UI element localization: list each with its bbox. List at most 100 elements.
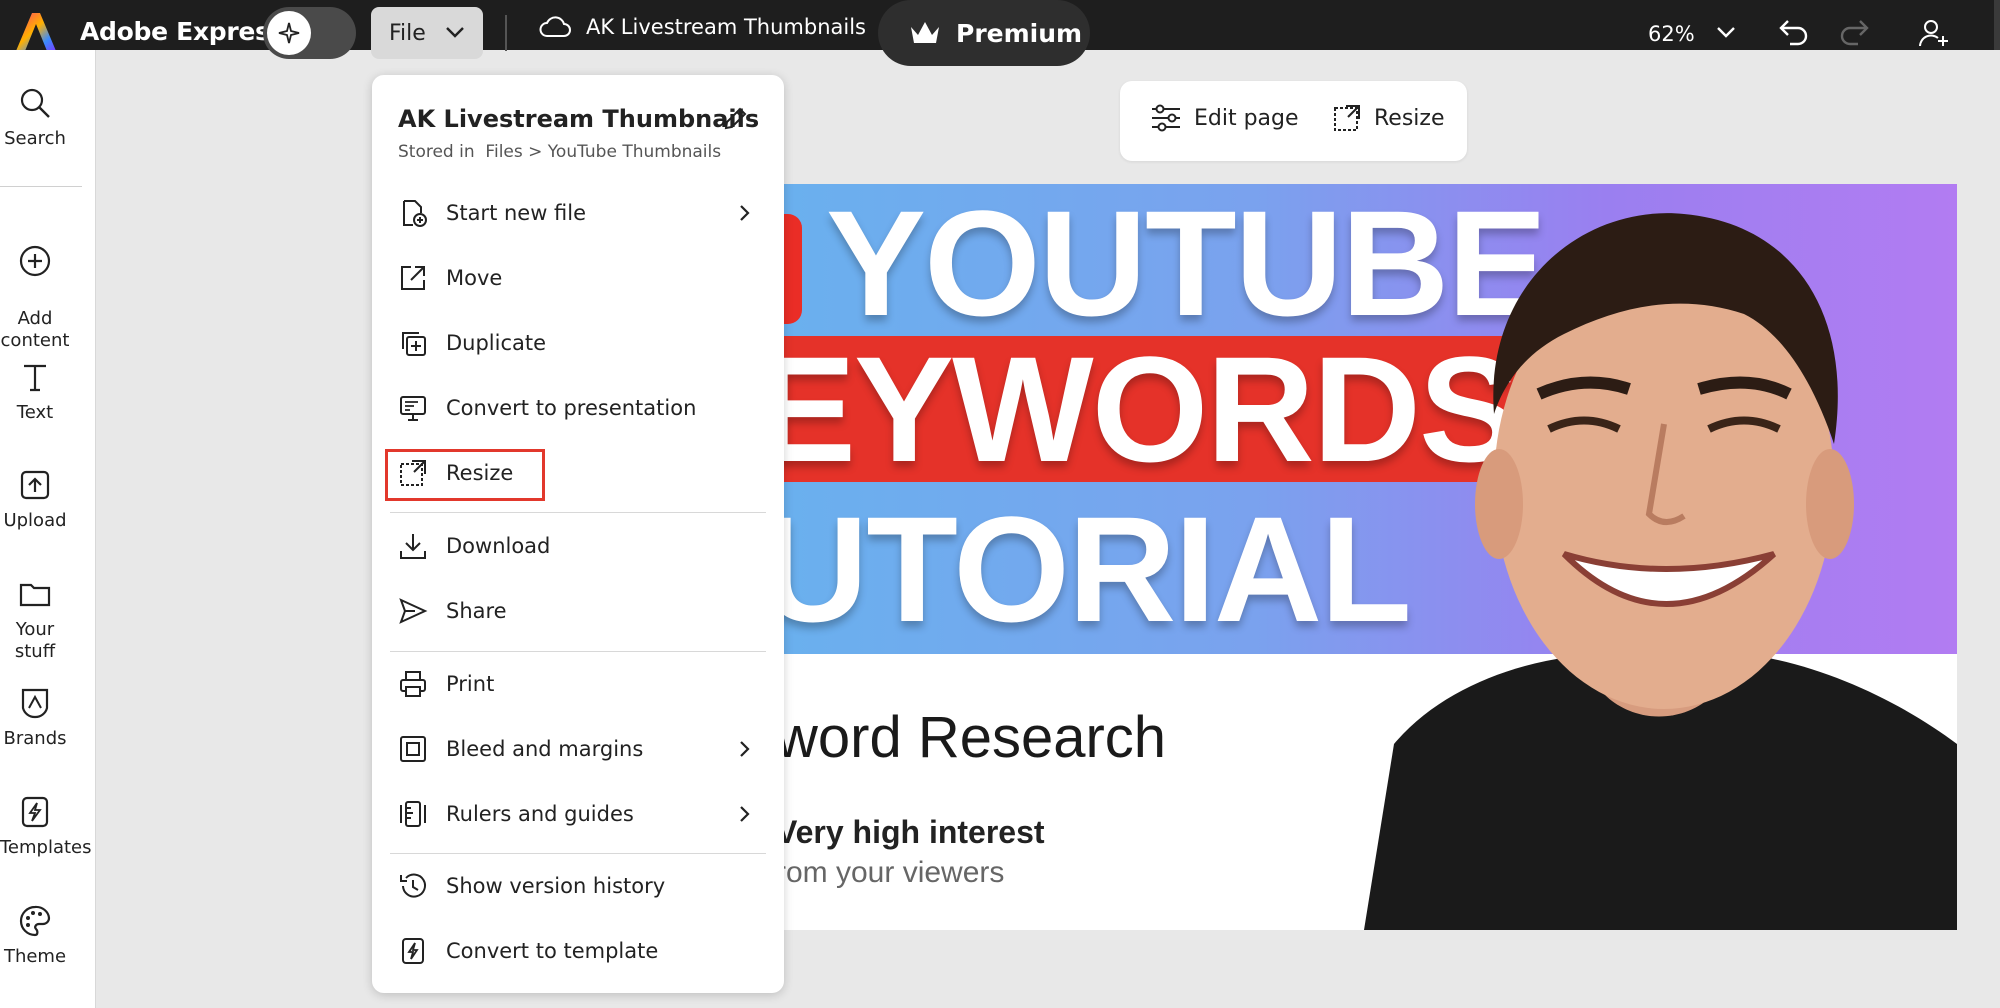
menu-item-share[interactable]: Share [398, 586, 758, 636]
app-name: Adobe Express [80, 17, 285, 46]
document-title: AK Livestream Thumbnails [586, 15, 866, 39]
resize-pill-label: Resize [1374, 105, 1445, 131]
rail-item-templates[interactable]: Templates [0, 795, 92, 859]
rail-item-search[interactable]: Search [0, 86, 70, 150]
rail-item-upload[interactable]: Upload [0, 468, 70, 532]
share-icon [399, 598, 428, 624]
menu-item-download[interactable]: Download [398, 521, 758, 571]
thumbnail-subheading: word Research [784, 705, 1167, 770]
menu-label: Duplicate [446, 331, 547, 355]
menu-item-convert-to-template[interactable]: Convert to template [398, 926, 758, 976]
menu-label: Share [446, 599, 507, 623]
menu-item-move[interactable]: Move [398, 253, 758, 303]
presentation-icon [400, 396, 426, 421]
rail-item-your-stuff[interactable]: Your stuff [0, 577, 70, 663]
palette-icon [19, 905, 51, 937]
file-menu-button[interactable]: File [371, 7, 483, 59]
rail-item-text[interactable]: Text [0, 360, 70, 424]
thumbnail-artboard[interactable]: YOUTUBE EYWORDS UTORIAL word Research Ve… [784, 184, 1957, 930]
resize-pill-button[interactable]: Resize [1332, 103, 1445, 133]
rail-label-templates: Templates [0, 837, 92, 858]
premium-label: Premium [956, 18, 1083, 48]
menu-label: Resize [446, 461, 514, 485]
file-label: File [389, 20, 426, 46]
headline-line-3: UTORIAL [784, 485, 1412, 653]
cloud-icon [538, 15, 572, 39]
chevron-right-icon [740, 205, 750, 221]
adobe-express-logo-icon[interactable] [14, 11, 58, 53]
templates-icon [21, 796, 49, 828]
top-bar: Adobe Express File AK Livestream Thumbna… [0, 0, 2000, 66]
upload-icon [20, 470, 50, 500]
template-icon [402, 938, 424, 964]
thumbnail-bullet-1: Very high interest [784, 814, 1045, 850]
resize-icon [400, 460, 426, 486]
invite-person-icon[interactable] [1918, 17, 1950, 49]
undo-icon[interactable] [1778, 17, 1810, 47]
chevron-down-icon [445, 25, 465, 39]
menu-item-resize[interactable]: Resize [398, 448, 758, 498]
rail-label-upload: Upload [3, 510, 67, 531]
edit-page-label: Edit page [1194, 105, 1299, 131]
file-menu: AK Livestream Thumbnails Stored in Files… [372, 75, 784, 993]
menu-item-duplicate[interactable]: Duplicate [398, 318, 758, 368]
thumbnail-bullet-2: rom your viewers [784, 856, 1005, 889]
folder-icon [19, 583, 51, 607]
add-icon [19, 245, 51, 277]
file-menu-title: AK Livestream Thumbnails [398, 105, 760, 133]
bleed-icon [400, 736, 426, 762]
menu-item-convert-to-presentation[interactable]: Convert to presentation [398, 383, 758, 433]
divider [505, 15, 507, 51]
menu-item-start-new-file[interactable]: Start new file [398, 188, 758, 238]
youtube-logo-icon [784, 214, 802, 324]
zoom-chevron-down-icon[interactable] [1716, 25, 1736, 39]
menu-label: Print [446, 672, 495, 696]
menu-separator [390, 853, 766, 854]
sparkle-icon [267, 11, 311, 55]
menu-label: Move [446, 266, 503, 290]
menu-label: Download [446, 534, 551, 558]
menu-label: Show version history [446, 874, 666, 898]
duplicate-icon [402, 332, 426, 356]
ruler-icon [400, 801, 426, 827]
rail-label-theme: Theme [3, 946, 67, 967]
menu-item-rulers-and-guides[interactable]: Rulers and guides [398, 789, 758, 839]
rail-label-text: Text [16, 402, 54, 423]
premium-button[interactable]: Premium [878, 0, 1090, 66]
menu-label: Rulers and guides [446, 802, 634, 826]
menu-item-bleed-and-margins[interactable]: Bleed and margins [398, 724, 758, 774]
page-toolbar: Edit page Resize [1120, 81, 1467, 161]
presenter-photo [1364, 184, 1957, 930]
file-location: Stored in Files > YouTube Thumbnails [398, 142, 722, 162]
new-file-icon [403, 200, 427, 227]
edge-strip [1994, 0, 2000, 50]
rail-label-brands: Brands [3, 728, 67, 749]
brand-icon [21, 688, 49, 719]
menu-separator [390, 651, 766, 652]
edit-page-button[interactable]: Edit page [1150, 103, 1299, 133]
ai-mode-toggle[interactable] [263, 7, 356, 59]
menu-separator [390, 512, 766, 513]
zoom-level[interactable]: 62% [1648, 22, 1695, 46]
rail-label-search: Search [4, 128, 66, 149]
menu-item-show-version-history[interactable]: Show version history [398, 861, 758, 911]
rail-label-add-content: Add content [0, 308, 70, 351]
search-icon [20, 88, 50, 118]
menu-label: Start new file [446, 201, 587, 225]
rail-item-theme[interactable]: Theme [0, 904, 70, 968]
document-title-area[interactable]: AK Livestream Thumbnails [538, 15, 866, 39]
sliders-icon [1152, 104, 1180, 132]
rail-item-brands[interactable]: Brands [0, 686, 70, 750]
menu-item-print[interactable]: Print [398, 659, 758, 709]
menu-label: Bleed and margins [446, 737, 644, 761]
chevron-right-icon [740, 741, 750, 757]
menu-label: Convert to presentation [446, 396, 697, 420]
rail-item-add-content[interactable]: Add content [0, 222, 70, 352]
rail-label-your-stuff: Your stuff [14, 619, 56, 662]
download-icon [400, 534, 426, 559]
redo-icon[interactable] [1838, 17, 1870, 47]
pencil-icon[interactable] [722, 106, 748, 132]
history-icon [400, 873, 426, 898]
rail-separator [0, 186, 82, 187]
left-rail: Search Add content Text Upload Your stuf… [0, 50, 96, 1008]
